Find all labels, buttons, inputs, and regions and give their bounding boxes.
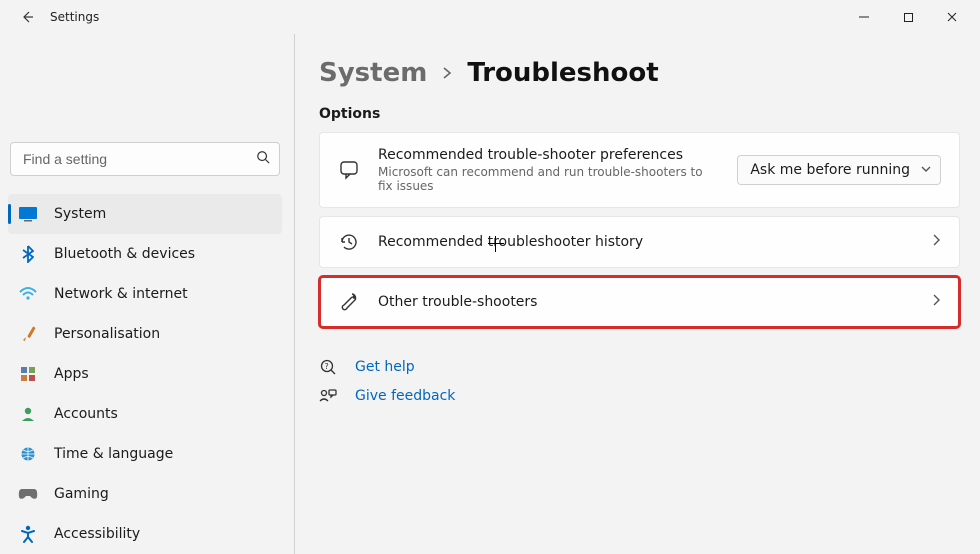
wrench-icon <box>338 291 360 313</box>
sidebar-item-network[interactable]: Network & internet <box>8 274 282 314</box>
sidebar-item-system[interactable]: System <box>8 194 282 234</box>
card-troubleshooter-history[interactable]: Recommended troubleshooter history <box>319 216 960 268</box>
main-content: System Troubleshoot Options Recommended … <box>295 34 980 554</box>
troubleshooter-preference-dropdown[interactable]: Ask me before running <box>737 155 941 185</box>
card-subtitle: Microsoft can recommend and run trouble-… <box>378 165 719 193</box>
app-title: Settings <box>50 10 99 24</box>
sidebar-item-time-language[interactable]: Time & language <box>8 434 282 474</box>
sidebar-item-bluetooth[interactable]: Bluetooth & devices <box>8 234 282 274</box>
sidebar: System Bluetooth & devices Network & int… <box>0 34 295 554</box>
get-help-link[interactable]: ? Get help <box>319 358 960 376</box>
sidebar-item-apps[interactable]: Apps <box>8 354 282 394</box>
card-title: Other trouble-shooters <box>378 294 913 310</box>
chevron-down-icon <box>920 162 932 178</box>
give-feedback-text[interactable]: Give feedback <box>355 388 455 404</box>
window-close-button[interactable] <box>942 11 962 23</box>
card-other-troubleshooters[interactable]: Other trouble-shooters <box>319 276 960 328</box>
bluetooth-icon <box>18 244 38 264</box>
card-troubleshooter-preferences: Recommended trouble-shooter preferences … <box>319 132 960 208</box>
chat-bubble-icon <box>338 159 360 181</box>
back-button[interactable] <box>18 8 36 26</box>
breadcrumb-parent[interactable]: System <box>319 58 427 88</box>
search-input[interactable] <box>10 142 280 176</box>
apps-icon <box>18 364 38 384</box>
sidebar-item-label: Apps <box>54 366 89 382</box>
accounts-icon <box>18 404 38 424</box>
sidebar-item-label: Gaming <box>54 486 109 502</box>
sidebar-item-label: System <box>54 206 106 222</box>
section-header-options: Options <box>319 106 960 122</box>
search-box[interactable] <box>10 142 280 176</box>
sidebar-item-gaming[interactable]: Gaming <box>8 474 282 514</box>
card-title: Recommended troubleshooter history <box>378 234 913 250</box>
personalisation-icon <box>18 324 38 344</box>
sidebar-item-label: Bluetooth & devices <box>54 246 195 262</box>
feedback-icon <box>319 388 339 404</box>
chevron-right-icon <box>441 61 453 85</box>
give-feedback-link[interactable]: Give feedback <box>319 388 960 404</box>
breadcrumb-current: Troubleshoot <box>467 58 658 88</box>
sidebar-item-label: Accounts <box>54 406 118 422</box>
breadcrumb: System Troubleshoot <box>319 58 960 88</box>
accessibility-icon <box>18 524 38 544</box>
dropdown-value: Ask me before running <box>750 162 910 178</box>
card-title: Recommended trouble-shooter preferences <box>378 147 719 163</box>
window-maximize-button[interactable] <box>898 11 918 23</box>
network-icon <box>18 284 38 304</box>
help-icon: ? <box>319 358 339 376</box>
sidebar-item-label: Network & internet <box>54 286 188 302</box>
gaming-icon <box>18 484 38 504</box>
sidebar-item-label: Accessibility <box>54 526 140 542</box>
sidebar-item-accounts[interactable]: Accounts <box>8 394 282 434</box>
window-minimize-button[interactable] <box>854 11 874 23</box>
search-icon <box>256 150 270 168</box>
sidebar-item-accessibility[interactable]: Accessibility <box>8 514 282 554</box>
sidebar-item-label: Time & language <box>54 446 173 462</box>
history-icon <box>338 231 360 253</box>
chevron-right-icon <box>931 233 941 251</box>
sidebar-item-personalisation[interactable]: Personalisation <box>8 314 282 354</box>
system-icon <box>18 204 38 224</box>
svg-text:?: ? <box>325 362 329 371</box>
time-language-icon <box>18 444 38 464</box>
chevron-right-icon <box>931 293 941 311</box>
get-help-text[interactable]: Get help <box>355 359 415 375</box>
sidebar-item-label: Personalisation <box>54 326 160 342</box>
